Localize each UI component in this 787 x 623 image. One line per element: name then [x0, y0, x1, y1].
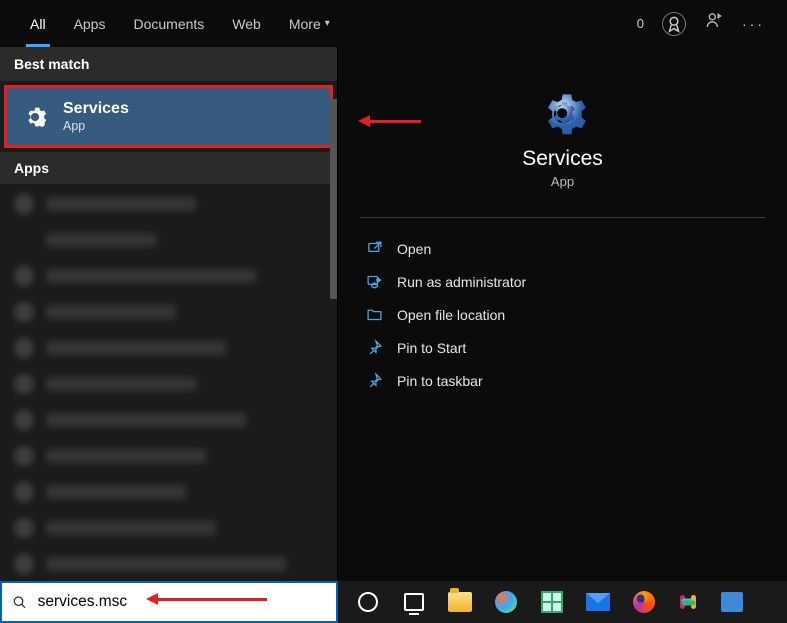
result-text: Services App	[63, 100, 129, 133]
list-item[interactable]	[14, 338, 323, 358]
firefox-icon[interactable]	[632, 590, 656, 614]
paint-icon[interactable]	[494, 590, 518, 614]
action-run-as-admin[interactable]: Run as administrator	[360, 265, 765, 298]
list-item[interactable]	[14, 410, 323, 430]
tab-label: Apps	[74, 16, 106, 32]
result-title: Services	[63, 100, 129, 118]
action-open-file-location[interactable]: Open file location	[360, 298, 765, 331]
bottom-bar	[0, 581, 787, 623]
section-best-match: Best match	[0, 47, 337, 81]
list-item[interactable]	[14, 554, 323, 574]
top-right-controls: 0 ···	[637, 11, 779, 36]
preview-title: Services	[360, 147, 765, 171]
section-apps: Apps	[0, 152, 337, 184]
chevron-down-icon: ▾	[325, 18, 330, 29]
search-icon	[12, 594, 28, 611]
preview-subtitle: App	[360, 174, 765, 189]
browser-icon[interactable]	[720, 590, 744, 614]
annotation-arrow	[146, 593, 267, 605]
tab-label: All	[30, 16, 46, 32]
taskbar	[338, 581, 787, 623]
tab-apps[interactable]: Apps	[60, 0, 120, 47]
action-label: Run as administrator	[397, 274, 526, 290]
action-open[interactable]: Open	[360, 232, 765, 265]
tab-label: Documents	[133, 16, 204, 32]
annotation-arrow	[358, 115, 421, 127]
task-view-icon[interactable]	[402, 590, 426, 614]
divider	[360, 217, 765, 218]
list-item[interactable]	[14, 266, 323, 286]
rewards-icon[interactable]	[662, 12, 686, 36]
best-match-result[interactable]: Services App	[4, 85, 333, 148]
preview-panel: Services App Open Run as administrator O…	[338, 47, 787, 581]
list-item[interactable]	[14, 446, 323, 466]
action-label: Pin to Start	[397, 340, 466, 356]
list-item[interactable]	[14, 374, 323, 394]
rewards-count: 0	[637, 16, 644, 31]
list-item[interactable]	[14, 194, 323, 214]
list-item[interactable]	[14, 482, 323, 502]
tab-all[interactable]: All	[16, 0, 60, 47]
search-filter-tabs: All Apps Documents Web More ▾ 0 ···	[0, 0, 787, 47]
feedback-icon[interactable]	[704, 11, 724, 36]
action-pin-to-start[interactable]: Pin to Start	[360, 331, 765, 364]
more-options-icon[interactable]: ···	[742, 16, 765, 32]
gear-icon	[21, 103, 49, 131]
tab-web[interactable]: Web	[218, 0, 275, 47]
tab-more[interactable]: More ▾	[275, 0, 344, 47]
tab-label: Web	[232, 16, 261, 32]
mail-icon[interactable]	[586, 590, 610, 614]
scrollbar-thumb[interactable]	[330, 99, 337, 299]
search-box[interactable]	[0, 581, 338, 623]
cortana-icon[interactable]	[356, 590, 380, 614]
result-subtitle: App	[63, 119, 129, 133]
slack-icon[interactable]	[678, 592, 698, 612]
list-item[interactable]	[14, 518, 323, 538]
gear-icon	[360, 89, 765, 139]
tab-label: More	[289, 16, 321, 32]
action-pin-to-taskbar[interactable]: Pin to taskbar	[360, 364, 765, 397]
action-label: Pin to taskbar	[397, 373, 483, 389]
list-item[interactable]	[14, 230, 323, 250]
file-explorer-icon[interactable]	[448, 590, 472, 614]
list-item[interactable]	[14, 302, 323, 322]
tab-documents[interactable]: Documents	[119, 0, 218, 47]
action-label: Open file location	[397, 307, 505, 323]
action-label: Open	[397, 241, 431, 257]
blurred-results-list	[0, 184, 337, 581]
search-results-panel: Best match Services App Apps	[0, 47, 338, 581]
calculator-icon[interactable]	[540, 590, 564, 614]
